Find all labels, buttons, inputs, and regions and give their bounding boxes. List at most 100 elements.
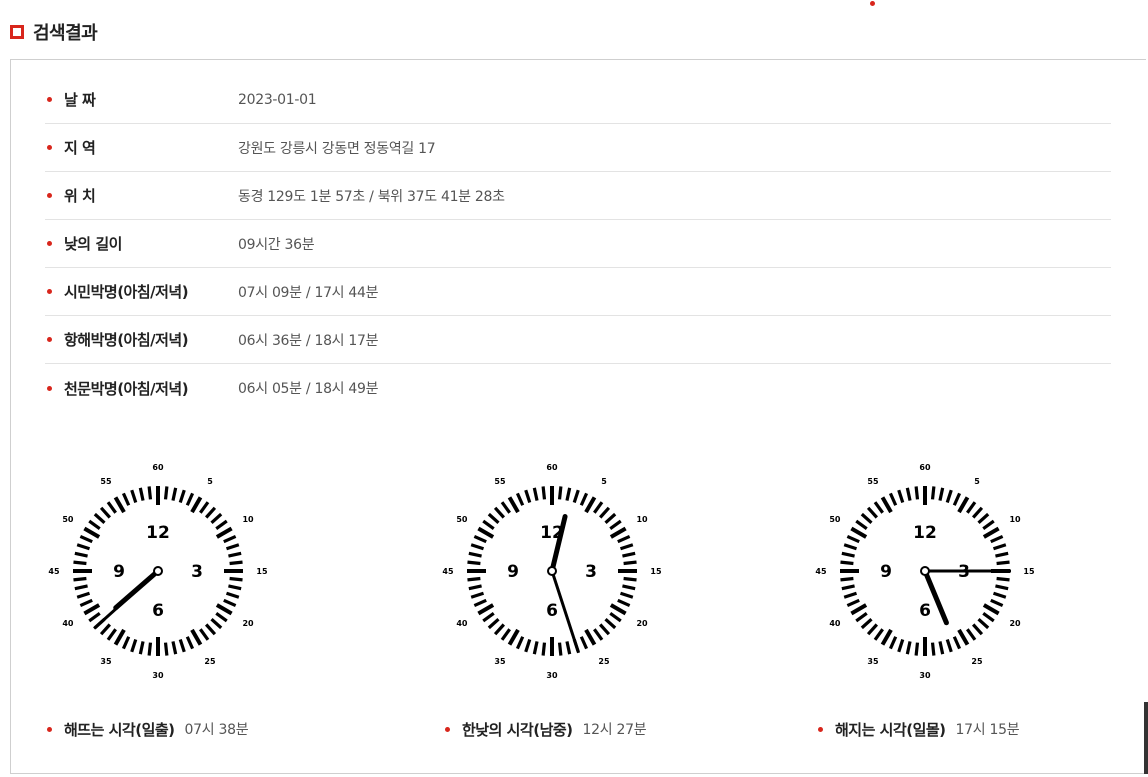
clock-tick	[225, 591, 240, 599]
clock-tick	[995, 584, 1009, 591]
clock-tick	[880, 496, 893, 514]
clock-tick	[557, 642, 563, 656]
clock-minute-number: 55	[494, 477, 506, 486]
clock-tick	[855, 612, 868, 623]
scrollbar-thumb[interactable]	[1144, 702, 1148, 774]
clock-tick	[190, 496, 203, 514]
clock-minute-number: 15	[650, 567, 662, 576]
clock-tick	[532, 487, 539, 501]
clock-minute-number: 45	[442, 567, 454, 576]
clock-tick	[971, 506, 984, 519]
clock-minute-number: 30	[152, 671, 164, 680]
clock-tick	[938, 487, 945, 501]
clock-tick	[477, 526, 495, 539]
clock-tick	[83, 603, 101, 616]
clock-hour-number: 9	[507, 562, 519, 582]
clock-minute-number: 40	[829, 619, 841, 628]
clock-minute-number: 25	[971, 657, 983, 666]
bullet-icon	[47, 289, 52, 294]
info-value: 2023-01-01	[238, 91, 317, 108]
clock-tick	[855, 519, 868, 530]
clock-tick	[609, 603, 627, 616]
clock-center-pin	[920, 566, 930, 576]
sunrise-clock: 12 3 6 9 60 5 10 15 20 25 30 35 40 45 50 55	[43, 456, 273, 686]
info-label: 위 치	[64, 187, 96, 205]
clock-tick	[860, 512, 873, 525]
clock-tick	[623, 560, 637, 566]
clock-minute-number: 60	[152, 463, 164, 472]
clock-tick	[473, 534, 487, 544]
clock-tick	[952, 636, 962, 650]
clock-hour-number: 6	[546, 601, 558, 621]
bullet-icon	[47, 241, 52, 246]
info-value: 07시 09분 / 17시 44분	[238, 284, 379, 301]
clock-tick	[99, 506, 112, 519]
clock-minute-number: 25	[204, 657, 216, 666]
clock-tick	[584, 628, 597, 646]
info-label: 항해박명(아침/저녁)	[64, 331, 189, 349]
clock-tick	[990, 598, 1004, 608]
clock-tick	[622, 551, 636, 558]
clock-minute-number: 55	[867, 477, 879, 486]
clock-tick	[579, 636, 589, 650]
clock-tick	[565, 641, 572, 655]
info-row-region: 지 역 강원도 강릉시 강동면 정동역길 17	[45, 124, 1111, 172]
clock-tick	[860, 617, 873, 630]
clock-tick	[223, 598, 237, 608]
clock-tick	[584, 496, 597, 514]
clock-minute-number: 5	[974, 477, 980, 486]
clock-tick	[598, 623, 611, 636]
clock-tick	[604, 512, 617, 525]
clock-tick	[966, 501, 977, 514]
clock-tick	[185, 636, 195, 650]
bullet-icon	[47, 145, 52, 150]
clock-tick	[888, 636, 898, 650]
clock-tick	[897, 638, 905, 653]
clock-tick	[130, 638, 138, 653]
clock-tick	[106, 501, 117, 514]
result-panel: 날 짜 2023-01-01 지 역 강원도 강릉시 강동면 정동역길 17 위…	[10, 59, 1146, 774]
clock-tick	[905, 641, 912, 655]
clock-tick	[138, 487, 145, 501]
clock-tick	[482, 519, 495, 530]
clock-tick	[199, 628, 210, 641]
clock-minute-number: 25	[598, 657, 610, 666]
caption-value: 12시 27분	[582, 722, 647, 738]
bullet-icon	[47, 385, 52, 391]
clock-tick	[229, 576, 243, 582]
clock-tick	[204, 506, 217, 519]
clock-tick	[76, 591, 91, 599]
caption-value: 17시 15분	[955, 722, 1020, 738]
clock-minute-number: 50	[829, 515, 841, 524]
clock-tick	[992, 543, 1007, 551]
clock-minute-number: 35	[494, 657, 506, 666]
clock-face: 1236960510152025303540455055	[442, 463, 662, 680]
clock-tick	[843, 591, 858, 599]
clock-hour-number: 6	[152, 601, 164, 621]
clock-tick	[846, 534, 860, 544]
clock-tick	[121, 492, 131, 506]
clock-tick	[79, 598, 93, 608]
clock-face: 1236960510152025303540455055	[815, 463, 1035, 680]
clock-minute-number: 50	[62, 515, 74, 524]
clock-tick	[945, 638, 953, 653]
clock-tick	[532, 641, 539, 655]
info-row-astronomical-twilight: 천문박명(아침/저녁) 06시 05분 / 18시 49분	[45, 364, 1111, 412]
caption-label: 해지는 시각(일몰)	[835, 720, 946, 739]
clock-tick	[957, 496, 970, 514]
info-row-day-length: 낮의 길이 09시간 36분	[45, 220, 1111, 268]
clock-minute-number: 40	[62, 619, 74, 628]
clock-tick	[952, 492, 962, 506]
clock-tick	[477, 603, 495, 616]
clock-tick	[215, 526, 233, 539]
clock-tick	[74, 551, 88, 558]
clock-center-pin	[547, 566, 557, 576]
clock-tick	[888, 492, 898, 506]
info-row-civil-twilight: 시민박명(아침/저녁) 07시 09분 / 17시 44분	[45, 268, 1111, 316]
clock-tick	[905, 487, 912, 501]
clock-tick	[524, 638, 532, 653]
clock-tick	[76, 543, 91, 551]
clock-minute-number: 5	[207, 477, 213, 486]
clock-tick	[185, 492, 195, 506]
info-label: 지 역	[64, 139, 96, 157]
